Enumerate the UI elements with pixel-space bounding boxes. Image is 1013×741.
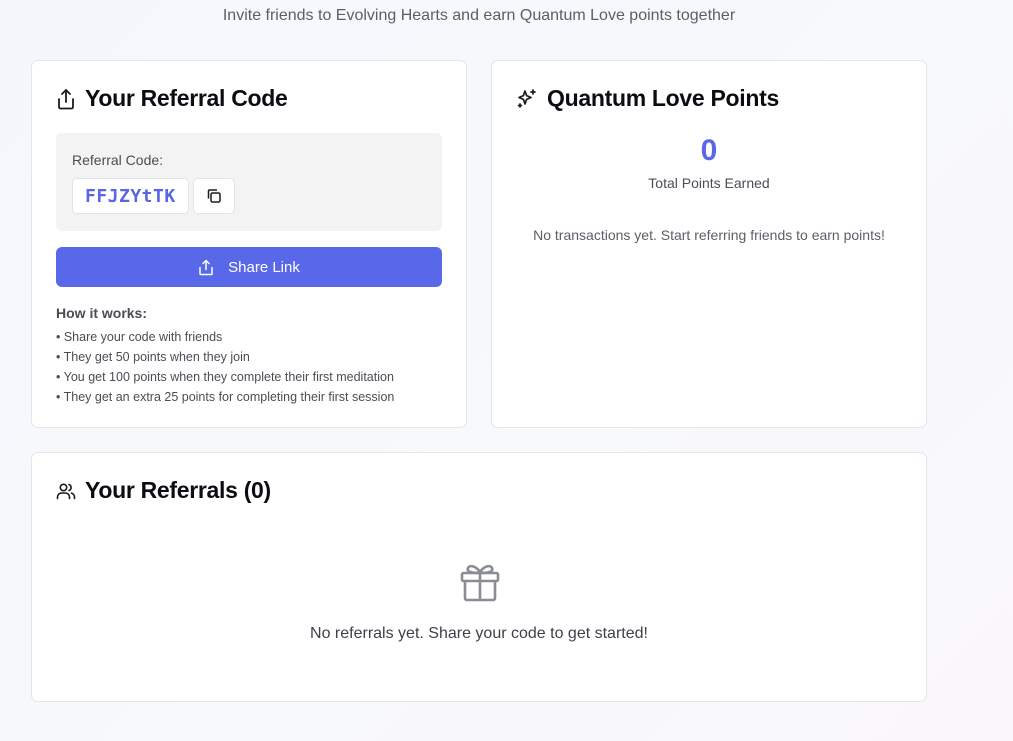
no-transactions-message: No transactions yet. Start referring fri… xyxy=(533,227,885,243)
referrals-card-title: Your Referrals (0) xyxy=(85,477,271,503)
referrals-card-header: Your Referrals (0) xyxy=(56,477,271,504)
share-icon xyxy=(199,259,213,275)
referral-code-card: Your Referral Code Referral Code: FFJZYt… xyxy=(31,60,467,428)
how-it-works-list: • Share your code with friends • They ge… xyxy=(56,327,394,407)
share-link-label: Share Link xyxy=(228,258,300,276)
copy-icon xyxy=(207,189,221,203)
referral-code-value[interactable]: FFJZYtTK xyxy=(72,178,189,214)
how-it-works-item: • They get an extra 25 points for comple… xyxy=(56,390,395,404)
sparkles-icon xyxy=(517,88,536,108)
total-points-value: 0 xyxy=(700,134,718,167)
how-it-works-item: • You get 100 points when they complete … xyxy=(56,370,394,384)
copy-code-button[interactable] xyxy=(193,178,235,214)
how-it-works-item: • Share your code with friends xyxy=(56,330,223,344)
referral-card-title: Your Referral Code xyxy=(85,85,288,111)
points-card-title: Quantum Love Points xyxy=(547,85,779,111)
share-icon xyxy=(58,88,74,109)
how-it-works-title: How it works: xyxy=(56,305,148,321)
page-subtitle: Invite friends to Evolving Hearts and ea… xyxy=(222,7,736,24)
how-it-works-item: • They get 50 points when they join xyxy=(56,350,250,364)
total-points-label: Total Points Earned xyxy=(648,175,770,191)
referral-code-box: Referral Code: FFJZYtTK xyxy=(56,133,442,231)
points-card-header: Quantum Love Points xyxy=(516,85,779,112)
users-icon xyxy=(56,482,76,499)
no-referrals-message: No referrals yet. Share your code to get… xyxy=(310,625,648,642)
share-link-button[interactable]: Share Link xyxy=(56,247,442,287)
gift-icon xyxy=(460,564,500,602)
referrals-card: Your Referrals (0) No referrals yet. Sha… xyxy=(31,452,927,702)
referral-code-label: Referral Code: xyxy=(72,152,164,168)
referral-card-header: Your Referral Code xyxy=(56,85,288,112)
quantum-points-card: Quantum Love Points 0 Total Points Earne… xyxy=(491,60,927,428)
